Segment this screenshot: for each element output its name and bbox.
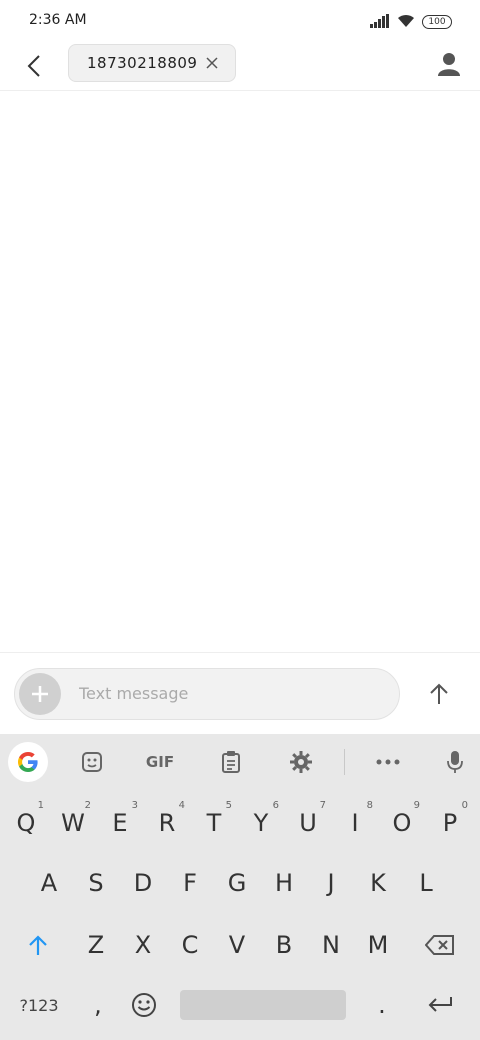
key-n[interactable]: N — [309, 920, 353, 970]
attach-button[interactable] — [19, 673, 61, 715]
key-h[interactable]: H — [262, 858, 306, 908]
comma-key[interactable]: , — [76, 980, 120, 1030]
period-key[interactable]: . — [360, 980, 404, 1030]
status-bar: 2:36 AM 100 — [0, 0, 480, 44]
microphone-icon — [447, 751, 463, 773]
key-x[interactable]: X — [121, 920, 165, 970]
symbols-key[interactable]: ?123 — [14, 980, 64, 1030]
voice-input-button[interactable] — [435, 742, 475, 782]
keyboard-toolbar: GIF — [0, 734, 480, 790]
message-input[interactable] — [79, 669, 379, 719]
clipboard-icon — [222, 751, 240, 773]
settings-button[interactable] — [281, 742, 321, 782]
backspace-key[interactable] — [418, 920, 462, 970]
key-y[interactable]: Y6 — [239, 798, 283, 848]
toolbar-divider — [344, 749, 345, 775]
more-horizontal-icon — [376, 759, 400, 765]
key-i[interactable]: I8 — [333, 798, 377, 848]
remove-recipient-button[interactable] — [203, 54, 221, 72]
key-g[interactable]: G — [215, 858, 259, 908]
enter-key[interactable] — [418, 980, 462, 1030]
key-u[interactable]: U7 — [286, 798, 330, 848]
battery-icon: 100 — [422, 15, 452, 29]
key-d[interactable]: D — [121, 858, 165, 908]
gif-button[interactable]: GIF — [140, 742, 180, 782]
close-icon — [206, 57, 218, 69]
chevron-left-icon — [27, 55, 40, 77]
contact-button[interactable] — [434, 49, 464, 79]
sticker-icon — [82, 752, 102, 772]
google-search-button[interactable] — [8, 742, 48, 782]
sticker-button[interactable] — [72, 742, 112, 782]
space-key[interactable] — [180, 990, 346, 1020]
status-icons: 100 — [370, 12, 452, 32]
key-w[interactable]: W2 — [51, 798, 95, 848]
keyboard: GIF Q1 W2 E3 R4 T5 Y6 U7 I8 O9 P0 A S D … — [0, 734, 480, 1040]
wifi-icon — [396, 12, 416, 32]
emoji-key[interactable] — [122, 980, 166, 1030]
key-t[interactable]: T5 — [192, 798, 236, 848]
key-c[interactable]: C — [168, 920, 212, 970]
key-p[interactable]: P0 — [428, 798, 472, 848]
message-list[interactable] — [0, 91, 480, 651]
gear-icon — [290, 751, 312, 773]
enter-icon — [428, 997, 452, 1012]
clipboard-button[interactable] — [211, 742, 251, 782]
key-m[interactable]: M — [356, 920, 400, 970]
more-options-button[interactable] — [368, 742, 408, 782]
key-z[interactable]: Z — [74, 920, 118, 970]
recipient-chip[interactable]: 18730218809 — [68, 44, 236, 82]
conversation-header: 18730218809 — [0, 44, 480, 91]
compose-field — [14, 668, 400, 720]
signal-icon — [370, 13, 390, 32]
shift-key[interactable] — [16, 920, 60, 970]
back-button[interactable] — [18, 50, 50, 82]
backspace-icon — [425, 935, 454, 955]
key-o[interactable]: O9 — [380, 798, 424, 848]
person-icon — [438, 53, 460, 76]
key-r[interactable]: R4 — [145, 798, 189, 848]
shift-arrow-icon — [29, 935, 47, 955]
key-e[interactable]: E3 — [98, 798, 142, 848]
arrow-up-icon — [430, 683, 448, 704]
plus-icon — [32, 686, 48, 702]
compose-bar — [0, 652, 480, 735]
google-icon — [18, 752, 38, 772]
recipient-number: 18730218809 — [87, 54, 198, 72]
key-j[interactable]: J — [309, 858, 353, 908]
key-s[interactable]: S — [74, 858, 118, 908]
key-k[interactable]: K — [356, 858, 400, 908]
key-v[interactable]: V — [215, 920, 259, 970]
key-b[interactable]: B — [262, 920, 306, 970]
key-q[interactable]: Q1 — [4, 798, 48, 848]
status-time: 2:36 AM — [29, 12, 87, 28]
key-l[interactable]: L — [404, 858, 448, 908]
send-button[interactable] — [420, 675, 458, 713]
key-f[interactable]: F — [168, 858, 212, 908]
key-a[interactable]: A — [27, 858, 71, 908]
emoji-icon — [132, 993, 156, 1017]
